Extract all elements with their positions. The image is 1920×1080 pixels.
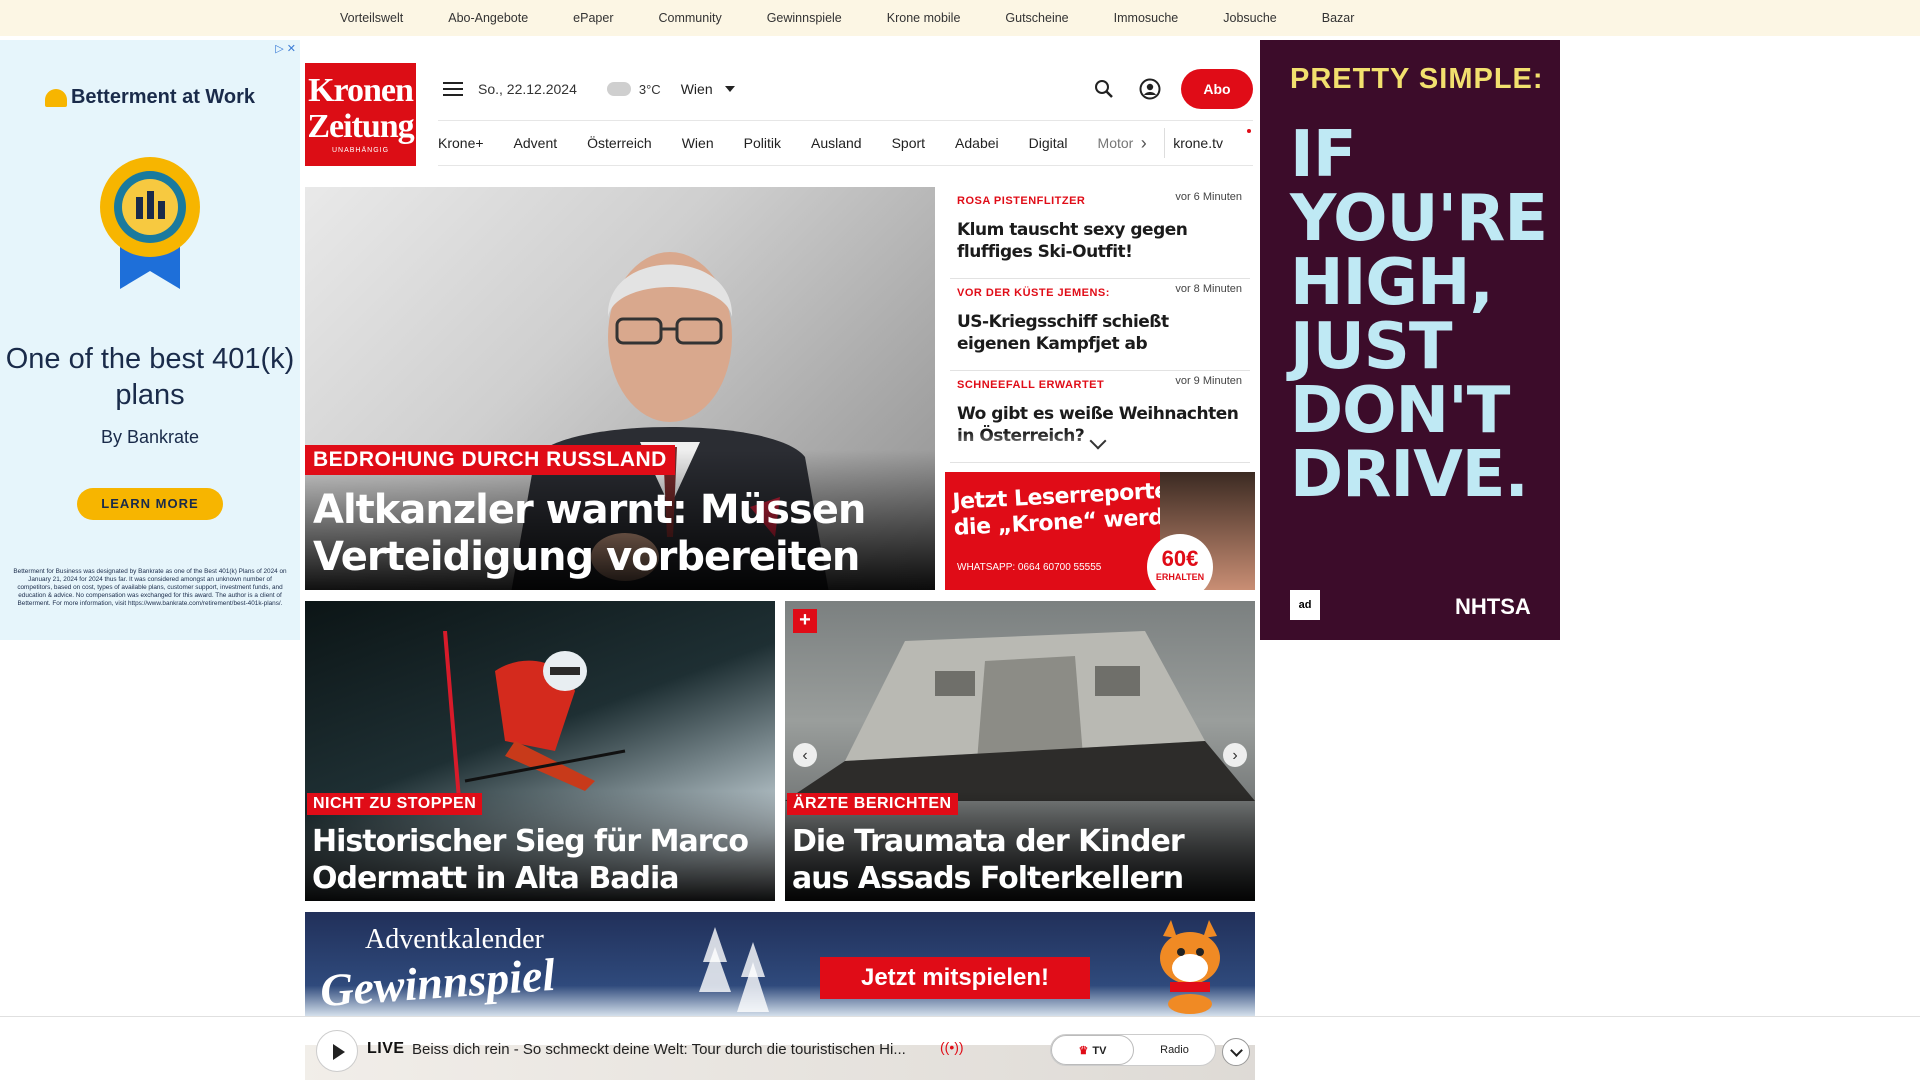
nav-item-adabei[interactable]: Adabei bbox=[955, 135, 999, 151]
topbar-link-jobsuche[interactable]: Jobsuche bbox=[1223, 11, 1277, 25]
ad-fine-print: Betterment for Business was designated b… bbox=[13, 568, 287, 607]
ticker-kicker: ROSA PISTENFLITZER bbox=[957, 195, 1086, 207]
ad-byline: By Bankrate bbox=[100, 427, 200, 447]
ad-council-logo: ad bbox=[1290, 590, 1320, 620]
chevron-right-icon[interactable]: › bbox=[1137, 133, 1150, 154]
award-badge-icon bbox=[100, 149, 200, 289]
topbar-link-epaper[interactable]: ePaper bbox=[573, 11, 613, 25]
tree-icon bbox=[699, 927, 769, 1012]
ticker-item[interactable]: VOR DER KÜSTE JEMENS: vor 8 Minuten US-K… bbox=[950, 279, 1250, 371]
ticker-title[interactable]: US-Kriegsschiff schießt eigenen Kampfjet… bbox=[957, 311, 1242, 355]
nav-item-ausland[interactable]: Ausland bbox=[811, 135, 862, 151]
nav-divider bbox=[1164, 128, 1166, 158]
krone-plus-icon: + bbox=[793, 609, 817, 633]
hero-kicker: BEDROHUNG DURCH RUSSLAND bbox=[305, 445, 675, 475]
carousel-next-button[interactable]: › bbox=[1223, 743, 1247, 767]
ad-left-betterment[interactable]: ▷ ✕ Betterment at Work One of the best 4… bbox=[0, 40, 300, 640]
chevron-down-icon[interactable] bbox=[724, 86, 735, 92]
ticker-time: vor 9 Minuten bbox=[1175, 375, 1242, 387]
main-navigation: Krone+ Advent Österreich Wien Politik Au… bbox=[438, 120, 1253, 166]
promo-whatsapp: WHATSAPP: 0664 60700 55555 bbox=[957, 562, 1102, 573]
adventkalender-banner[interactable]: Adventkalender Gewinnspiel Jetzt mitspie… bbox=[305, 912, 1255, 1017]
nav-item-digital[interactable]: Digital bbox=[1029, 135, 1068, 151]
article-card[interactable]: NICHT ZU STOPPEN Historischer Sieg für M… bbox=[305, 601, 775, 901]
card-title[interactable]: Historischer Sieg für Marco Odermatt in … bbox=[312, 823, 762, 897]
cloud-icon bbox=[606, 82, 631, 96]
radio-toggle-option[interactable]: Radio bbox=[1134, 1035, 1215, 1065]
ad-learn-more-button[interactable]: LEARN MORE bbox=[77, 488, 223, 520]
topbar-link-gewinnspiele[interactable]: Gewinnspiele bbox=[767, 11, 842, 25]
header-bar: So., 22.12.2024 3°C Wien Abo bbox=[438, 68, 1253, 110]
topbar-link-community[interactable]: Community bbox=[658, 11, 721, 25]
kronen-zeitung-logo[interactable]: Kronen Zeitung UNABHÄNGIG bbox=[305, 63, 416, 166]
header-temperature: 3°C bbox=[638, 81, 661, 97]
top-utility-bar: Vorteilswelt Abo-Angebote ePaper Communi… bbox=[0, 0, 1920, 36]
ticker-title[interactable]: Klum tauscht sexy gegen fluffiges Ski-Ou… bbox=[957, 219, 1242, 263]
expand-player-button[interactable] bbox=[1222, 1038, 1250, 1066]
skier-photo bbox=[443, 631, 626, 811]
nav-item-motor[interactable]: Motor bbox=[1098, 135, 1134, 151]
hero-article[interactable]: BEDROHUNG DURCH RUSSLAND Altkanzler warn… bbox=[305, 187, 935, 590]
card-kicker: NICHT ZU STOPPEN bbox=[307, 793, 483, 815]
ad-close-icon[interactable]: ▷ ✕ bbox=[275, 42, 296, 55]
nhtsa-logo: NHTSA bbox=[1455, 594, 1531, 619]
ad-pre-headline: PRETTY SIMPLE: bbox=[1290, 63, 1544, 95]
nav-item-krone-tv[interactable]: krone.tv bbox=[1173, 135, 1223, 151]
news-ticker: ROSA PISTENFLITZER vor 6 Minuten Klum ta… bbox=[950, 187, 1250, 463]
topbar-link-bazar[interactable]: Bazar bbox=[1322, 11, 1355, 25]
ad-headline: One of the best 401(k) plans bbox=[5, 343, 295, 411]
jetzt-mitspielen-button[interactable]: Jetzt mitspielen! bbox=[820, 957, 1090, 999]
live-player-bar: LIVE Beiss dich rein - So schmeckt deine… bbox=[0, 1016, 1920, 1080]
ticker-time: vor 8 Minuten bbox=[1175, 283, 1242, 295]
article-card[interactable]: + ‹ › ÄRZTE BERICHTEN Die Traumata der K… bbox=[785, 601, 1255, 901]
ad-brand: Betterment at Work bbox=[0, 86, 300, 109]
nav-item-politik[interactable]: Politik bbox=[744, 135, 781, 151]
tv-radio-toggle[interactable]: ♛ TV Radio bbox=[1050, 1034, 1216, 1066]
tv-toggle-option[interactable]: ♛ TV bbox=[1051, 1035, 1134, 1065]
hero-title[interactable]: Altkanzler warnt: Müssen Verteidigung vo… bbox=[313, 487, 913, 581]
nav-item-sport[interactable]: Sport bbox=[892, 135, 925, 151]
carousel-prev-button[interactable]: ‹ bbox=[793, 743, 817, 767]
nav-item-advent[interactable]: Advent bbox=[514, 135, 558, 151]
ticker-kicker: SCHNEEFALL ERWARTET bbox=[957, 379, 1105, 391]
ticker-kicker: VOR DER KÜSTE JEMENS: bbox=[957, 287, 1110, 299]
advent-line2: Gewinnspiel bbox=[318, 948, 557, 1017]
crown-icon: ♛ bbox=[1078, 1045, 1089, 1057]
nav-item-krone-plus[interactable]: Krone+ bbox=[438, 135, 484, 151]
ad-big-headline: IF YOU'RE HIGH, JUST DON'T DRIVE. bbox=[1290, 118, 1548, 512]
betterment-logo-icon bbox=[44, 88, 67, 107]
search-icon[interactable] bbox=[1091, 76, 1117, 102]
ticker-item[interactable]: SCHNEEFALL ERWARTET vor 9 Minuten Wo gib… bbox=[950, 371, 1250, 463]
ticker-time: vor 6 Minuten bbox=[1175, 191, 1242, 203]
topbar-link-krone-mobile[interactable]: Krone mobile bbox=[887, 11, 961, 25]
topbar-link-vorteilswelt[interactable]: Vorteilswelt bbox=[340, 11, 403, 25]
live-label: LIVE bbox=[367, 1040, 405, 1057]
nav-item-wien[interactable]: Wien bbox=[682, 135, 714, 151]
user-account-icon[interactable] bbox=[1137, 76, 1163, 102]
card-kicker: ÄRZTE BERICHTEN bbox=[787, 793, 958, 815]
fox-mascot-icon bbox=[1160, 920, 1220, 1014]
city-select[interactable]: Wien bbox=[681, 81, 713, 97]
topbar-link-immosuche[interactable]: Immosuche bbox=[1114, 11, 1179, 25]
prison-aerial-photo bbox=[785, 631, 1255, 801]
card-title[interactable]: Die Traumata der Kinder aus Assads Folte… bbox=[792, 823, 1242, 897]
topbar-link-abo-angebote[interactable]: Abo-Angebote bbox=[448, 11, 528, 25]
abo-button[interactable]: Abo bbox=[1181, 69, 1253, 109]
leserreporter-promo[interactable]: Jetzt Leserreporter für die „Krone“ werd… bbox=[945, 472, 1255, 590]
ticker-item[interactable]: ROSA PISTENFLITZER vor 6 Minuten Klum ta… bbox=[950, 187, 1250, 279]
broadcast-icon: ((•)) bbox=[940, 1039, 964, 1055]
topbar-link-gutscheine[interactable]: Gutscheine bbox=[1005, 11, 1068, 25]
live-dot-icon bbox=[1247, 129, 1251, 133]
menu-icon[interactable] bbox=[443, 82, 463, 96]
ad-right-nhtsa[interactable]: PRETTY SIMPLE: IF YOU'RE HIGH, JUST DON'… bbox=[1260, 40, 1560, 640]
nav-item-oesterreich[interactable]: Österreich bbox=[587, 135, 652, 151]
play-button[interactable] bbox=[316, 1030, 358, 1072]
live-now-playing[interactable]: Beiss dich rein - So schmeckt deine Welt… bbox=[412, 1041, 932, 1058]
header-date: So., 22.12.2024 bbox=[478, 81, 577, 97]
